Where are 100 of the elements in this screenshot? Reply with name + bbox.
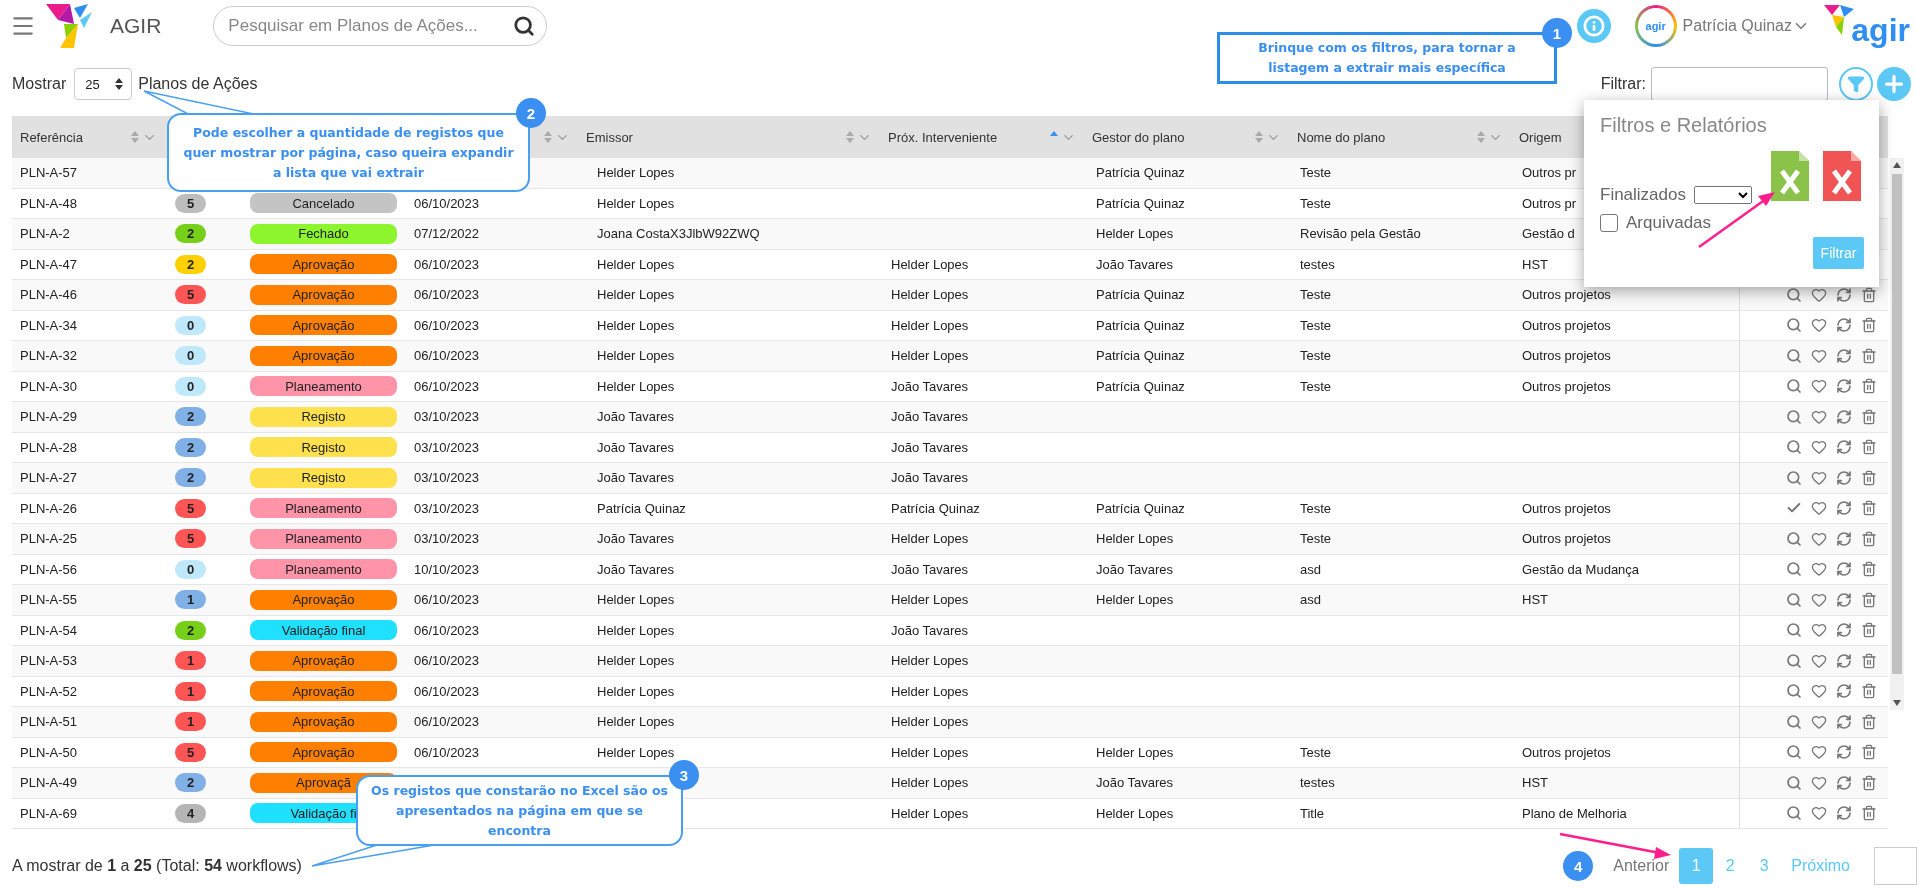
table-cell: Plano de Melhoria [1522, 805, 1627, 821]
heart-icon[interactable] [1811, 439, 1827, 456]
table-cell: 06/10/2023 [414, 622, 480, 638]
search-icon[interactable] [1786, 286, 1802, 303]
heart-icon[interactable] [1811, 683, 1827, 700]
refresh-icon[interactable] [1836, 805, 1852, 822]
refresh-icon[interactable] [1836, 408, 1852, 425]
refresh-icon[interactable] [1836, 561, 1852, 578]
heart-icon[interactable] [1811, 652, 1827, 669]
brand-wordmark[interactable]: agir [1851, 11, 1910, 49]
count-badge: 1 [175, 651, 206, 671]
trash-icon[interactable] [1861, 805, 1877, 822]
trash-icon[interactable] [1861, 713, 1877, 730]
filter-button[interactable] [1839, 67, 1873, 101]
trash-icon[interactable] [1861, 469, 1877, 486]
refresh-icon[interactable] [1836, 622, 1852, 639]
trash-icon[interactable] [1861, 683, 1877, 700]
heart-icon[interactable] [1811, 622, 1827, 639]
heart-icon[interactable] [1811, 286, 1827, 303]
status-tag: Fechado [250, 223, 397, 244]
refresh-icon[interactable] [1836, 317, 1852, 334]
trash-icon[interactable] [1861, 500, 1877, 517]
heart-icon[interactable] [1811, 561, 1827, 578]
count-badge: 5 [175, 193, 206, 213]
trash-icon[interactable] [1861, 652, 1877, 669]
heart-icon[interactable] [1811, 591, 1827, 608]
count-badge: 5 [175, 498, 206, 518]
refresh-icon[interactable] [1836, 286, 1852, 303]
table-cell: PLN-A-57 [20, 165, 78, 181]
refresh-icon[interactable] [1836, 744, 1852, 761]
user-name[interactable]: Patrícia Quinaz [1682, 17, 1792, 35]
heart-icon[interactable] [1811, 378, 1827, 395]
trash-icon[interactable] [1861, 408, 1877, 425]
trash-icon[interactable] [1861, 774, 1877, 791]
heart-icon[interactable] [1811, 500, 1827, 517]
caret-down-icon[interactable] [1893, 700, 1901, 706]
table-cell: 06/10/2023 [414, 195, 480, 211]
refresh-icon[interactable] [1836, 500, 1852, 517]
show-label: Mostrar [12, 75, 67, 93]
table-cell: Helder Lopes [1096, 531, 1174, 547]
table-cell: PLN-A-55 [20, 592, 78, 608]
heart-icon[interactable] [1811, 347, 1827, 364]
trash-icon[interactable] [1861, 622, 1877, 639]
status-tag: Planeamento [250, 559, 397, 580]
archived-checkbox[interactable] [1600, 214, 1618, 232]
finalized-select[interactable] [1694, 186, 1752, 204]
column-header[interactable]: Gestor do plano [1092, 129, 1185, 145]
previous-link[interactable]: Anterior [1603, 857, 1680, 875]
refresh-icon[interactable] [1836, 347, 1852, 364]
table-cell: Helder Lopes [597, 287, 675, 303]
count-badge: 2 [175, 224, 206, 244]
column-header[interactable]: Origem [1519, 129, 1562, 145]
count-badge: 0 [175, 559, 206, 579]
sort-arrows-icon[interactable] [115, 78, 124, 90]
search-icon[interactable] [513, 15, 536, 37]
column-header[interactable]: Referência [20, 129, 83, 145]
filter-field[interactable] [1651, 67, 1828, 101]
trash-icon[interactable] [1861, 317, 1877, 334]
trash-icon[interactable] [1861, 439, 1877, 456]
search-field[interactable]: Pesquisar em Planos de Ações... [213, 6, 548, 46]
caret-up-icon[interactable] [1893, 162, 1901, 168]
trash-icon[interactable] [1861, 530, 1877, 547]
heart-icon[interactable] [1811, 317, 1827, 334]
trash-icon[interactable] [1861, 286, 1877, 303]
table-cell: Outros projetos [1522, 378, 1611, 394]
count-badge: 5 [175, 285, 206, 305]
page-size-select[interactable]: 25 [74, 68, 133, 100]
table-cell: Patrícia Quinaz [1096, 317, 1185, 333]
table-cell: Helder Lopes [597, 195, 675, 211]
refresh-icon[interactable] [1836, 774, 1852, 791]
scrollbar[interactable] [1890, 158, 1904, 710]
table-cell: asd [1300, 561, 1321, 577]
refresh-icon[interactable] [1836, 530, 1852, 547]
column-header[interactable]: Emissor [586, 129, 633, 145]
refresh-icon[interactable] [1836, 652, 1852, 669]
refresh-icon[interactable] [1836, 469, 1852, 486]
table-cell: 07/12/2022 [414, 226, 480, 242]
heart-icon[interactable] [1811, 530, 1827, 547]
refresh-icon[interactable] [1836, 683, 1852, 700]
avatar[interactable]: agir [1634, 5, 1677, 47]
heart-icon[interactable] [1811, 744, 1827, 761]
file-x-icon[interactable] [1823, 151, 1861, 201]
trash-icon[interactable] [1861, 378, 1877, 395]
refresh-icon[interactable] [1836, 378, 1852, 395]
trash-icon[interactable] [1861, 347, 1877, 364]
page-input[interactable] [1874, 847, 1917, 885]
trash-icon[interactable] [1861, 591, 1877, 608]
trash-icon[interactable] [1861, 744, 1877, 761]
count-badge: 4 [175, 803, 206, 823]
refresh-icon[interactable] [1836, 591, 1852, 608]
heart-icon[interactable] [1811, 774, 1827, 791]
heart-icon[interactable] [1811, 469, 1827, 486]
heart-icon[interactable] [1811, 805, 1827, 822]
refresh-icon[interactable] [1836, 439, 1852, 456]
trash-icon[interactable] [1861, 561, 1877, 578]
heart-icon[interactable] [1811, 713, 1827, 730]
refresh-icon[interactable] [1836, 713, 1852, 730]
column-header[interactable]: Nome do plano [1297, 129, 1386, 145]
column-header[interactable]: Próx. Interveniente [888, 129, 998, 145]
heart-icon[interactable] [1811, 408, 1827, 425]
